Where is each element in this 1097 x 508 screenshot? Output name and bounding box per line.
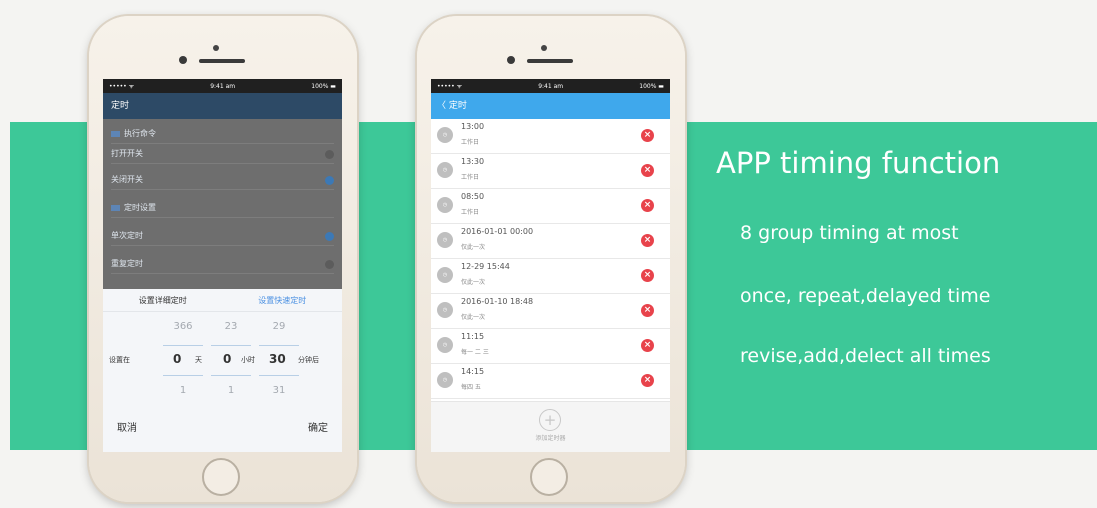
clock-icon: ◷ bbox=[437, 302, 453, 318]
list-item[interactable]: ◷ 12-29 15:44 仅此一次 × bbox=[431, 259, 670, 294]
picker-hours-value[interactable]: 0 bbox=[223, 352, 231, 366]
back-to-timing[interactable]: 〈 定时 bbox=[431, 93, 670, 119]
clock-icon: ◷ bbox=[437, 267, 453, 283]
row-timing-settings: 定时设置 bbox=[111, 199, 334, 218]
confirm-button[interactable]: 确定 bbox=[308, 419, 328, 434]
picker-minutes-unit: 分钟后 bbox=[298, 356, 319, 364]
picker-days-value[interactable]: 0 bbox=[173, 352, 181, 366]
sensor-icon bbox=[507, 56, 515, 64]
clock-icon: ◷ bbox=[437, 337, 453, 353]
row-switch-off[interactable]: 关闭开关 bbox=[111, 171, 334, 190]
earpiece-speaker bbox=[199, 59, 245, 63]
picker-above-hours[interactable]: 23 bbox=[211, 321, 251, 332]
page-title: 定时 bbox=[103, 93, 342, 119]
delete-icon[interactable]: × bbox=[641, 304, 654, 317]
clock-icon: ◷ bbox=[437, 372, 453, 388]
delete-icon[interactable]: × bbox=[641, 234, 654, 247]
picker-below-minutes[interactable]: 31 bbox=[259, 385, 299, 396]
add-timer-button[interactable]: + bbox=[539, 409, 561, 431]
clock-icon bbox=[111, 204, 120, 211]
row-single-timing[interactable]: 单次定时 bbox=[111, 227, 334, 246]
battery-indicator: 100% ▬ bbox=[311, 82, 336, 90]
radio-off[interactable] bbox=[325, 260, 334, 269]
row-repeat-timing[interactable]: 重复定时 bbox=[111, 255, 334, 274]
list-item[interactable]: ◷ 11:15 每一 二 三 × bbox=[431, 329, 670, 364]
cancel-button[interactable]: 取消 bbox=[117, 419, 137, 434]
front-camera-icon bbox=[541, 45, 547, 51]
add-timer-label: 添加定时器 bbox=[535, 435, 566, 442]
status-bar: ••••• ᯤ 9:41 am 100% ▬ bbox=[431, 79, 670, 93]
tab-detailed-timing[interactable]: 设置详细定时 bbox=[103, 295, 223, 306]
right-screen: ••••• ᯤ 9:41 am 100% ▬ 〈 定时 ◷ 13:00 工作日 × ◷… bbox=[431, 79, 670, 452]
time-picker-sheet: 设置详细定时 设置快速定时 366 23 29 设置在 0 天 0 小时 30 … bbox=[103, 289, 342, 452]
list-item[interactable]: ◷ 13:30 工作日 × bbox=[431, 154, 670, 189]
picker-tabs: 设置详细定时 设置快速定时 bbox=[103, 289, 342, 312]
picker-line bbox=[211, 345, 251, 346]
delete-icon[interactable]: × bbox=[641, 164, 654, 177]
picker-line bbox=[163, 345, 203, 346]
delete-icon[interactable]: × bbox=[641, 339, 654, 352]
row-switch-on[interactable]: 打开开关 bbox=[111, 145, 334, 164]
earpiece-speaker bbox=[527, 59, 573, 63]
radio-selected[interactable] bbox=[325, 176, 334, 185]
list-icon bbox=[111, 130, 120, 137]
list-item[interactable]: ◷ 14:15 每四 五 × bbox=[431, 364, 670, 399]
picker-line bbox=[259, 345, 299, 346]
timer-list: ◷ 13:00 工作日 × ◷ 13:30 工作日 × ◷ 08:50 工作日 × ◷ 2016-0… bbox=[431, 119, 670, 399]
clock-icon: ◷ bbox=[437, 127, 453, 143]
picker-prefix: 设置在 bbox=[109, 356, 130, 364]
home-button[interactable] bbox=[202, 458, 240, 496]
battery-indicator: 100% ▬ bbox=[639, 82, 664, 90]
list-item[interactable]: ◷ 13:00 工作日 × bbox=[431, 119, 670, 154]
feature-line-1: 8 group timing at most bbox=[740, 222, 959, 244]
picker-line bbox=[259, 375, 299, 376]
headline: APP timing function bbox=[716, 146, 1001, 180]
radio-off[interactable] bbox=[325, 150, 334, 159]
radio-selected[interactable] bbox=[325, 232, 334, 241]
feature-line-3: revise,add,delect all times bbox=[740, 345, 991, 367]
list-item[interactable]: ◷ 08:50 工作日 × bbox=[431, 189, 670, 224]
feature-line-2: once, repeat,delayed time bbox=[740, 285, 991, 307]
status-bar: ••••• ᯤ 9:41 am 100% ▬ bbox=[103, 79, 342, 93]
home-button[interactable] bbox=[530, 458, 568, 496]
carrier-signal: ••••• ᯤ bbox=[109, 83, 135, 90]
picker-above-days[interactable]: 366 bbox=[163, 321, 203, 332]
phone-left: ••••• ᯤ 9:41 am 100% ▬ 定时 执行命令 打开开关 关闭开关… bbox=[89, 16, 357, 502]
clock-icon: ◷ bbox=[437, 162, 453, 178]
picker-hours-unit: 小时 bbox=[241, 356, 255, 364]
picker-line bbox=[211, 375, 251, 376]
delete-icon[interactable]: × bbox=[641, 129, 654, 142]
status-time: 9:41 am bbox=[538, 82, 564, 90]
picker-below-days[interactable]: 1 bbox=[163, 385, 203, 396]
status-time: 9:41 am bbox=[210, 82, 236, 90]
delete-icon[interactable]: × bbox=[641, 199, 654, 212]
clock-icon: ◷ bbox=[437, 197, 453, 213]
settings-panel-dimmed: 执行命令 打开开关 关闭开关 定时设置 单次定时 重复定时 bbox=[103, 119, 342, 289]
add-timer-bar: + 添加定时器 bbox=[431, 401, 670, 452]
front-camera-icon bbox=[213, 45, 219, 51]
clock-icon: ◷ bbox=[437, 232, 453, 248]
picker-days-unit: 天 bbox=[195, 356, 202, 364]
left-screen: ••••• ᯤ 9:41 am 100% ▬ 定时 执行命令 打开开关 关闭开关… bbox=[103, 79, 342, 452]
carrier-signal: ••••• ᯤ bbox=[437, 83, 463, 90]
picker-below-hours[interactable]: 1 bbox=[211, 385, 251, 396]
tab-quick-timing[interactable]: 设置快速定时 bbox=[223, 295, 343, 306]
sensor-icon bbox=[179, 56, 187, 64]
picker-line bbox=[163, 375, 203, 376]
row-execute-command: 执行命令 bbox=[111, 125, 334, 144]
list-item[interactable]: ◷ 2016-01-10 18:48 仅此一次 × bbox=[431, 294, 670, 329]
delete-icon[interactable]: × bbox=[641, 269, 654, 282]
delete-icon[interactable]: × bbox=[641, 374, 654, 387]
picker-above-minutes[interactable]: 29 bbox=[259, 321, 299, 332]
list-item[interactable]: ◷ 2016-01-01 00:00 仅此一次 × bbox=[431, 224, 670, 259]
phone-right: ••••• ᯤ 9:41 am 100% ▬ 〈 定时 ◷ 13:00 工作日 × ◷… bbox=[417, 16, 685, 502]
picker-minutes-value[interactable]: 30 bbox=[269, 352, 286, 366]
